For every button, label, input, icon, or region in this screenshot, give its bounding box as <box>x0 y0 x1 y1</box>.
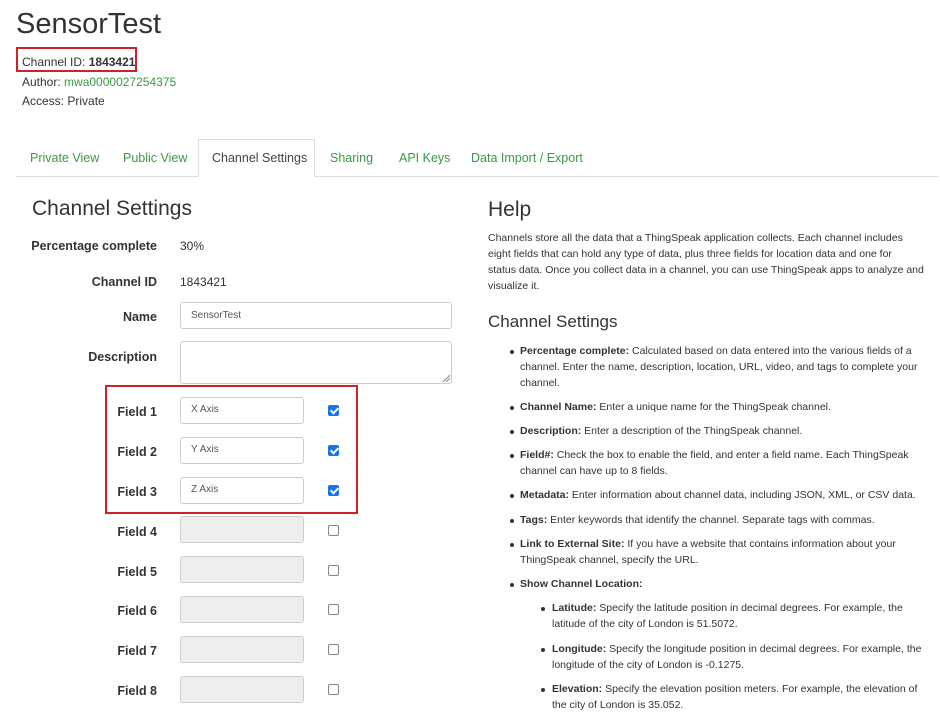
channel-id-line: Channel ID: 1843421 <box>22 55 135 69</box>
bullet-icon <box>541 648 545 652</box>
help-item-percentage: Percentage complete: Calculated based on… <box>520 345 912 357</box>
field-3-input[interactable]: Z Axis <box>180 477 304 504</box>
help-subitem-latitude-l2: latitude of the city of London is 51.507… <box>552 618 738 630</box>
field-5-input[interactable] <box>180 556 304 583</box>
bullet-icon <box>510 519 514 523</box>
author-link[interactable]: mwa0000027254375 <box>64 75 176 89</box>
field-6-label: Field 6 <box>117 604 157 618</box>
field-3-label: Field 3 <box>117 485 157 499</box>
settings-heading: Channel Settings <box>32 197 192 220</box>
author-label: Author: <box>22 75 61 89</box>
help-item-percentage-l3: channel. <box>520 377 560 389</box>
help-subitem-elevation: Elevation: Specify the elevation positio… <box>552 683 918 695</box>
name-input[interactable]: SensorTest <box>180 302 452 329</box>
field-4-input[interactable] <box>180 516 304 543</box>
bullet-icon <box>541 688 545 692</box>
bullet-icon <box>510 454 514 458</box>
channel-id-value: 1843421 <box>88 55 136 69</box>
access-line: Access: Private <box>22 94 105 108</box>
access-label: Access: <box>22 94 65 108</box>
field-4-checkbox[interactable] <box>328 525 339 536</box>
bullet-icon <box>510 494 514 498</box>
help-item-link-l2: ThingSpeak channel, specify the URL. <box>520 554 699 566</box>
tab-public-view[interactable]: Public View <box>110 140 200 176</box>
help-item-metadata: Metadata: Enter information about channe… <box>520 489 916 501</box>
tab-private-view[interactable]: Private View <box>17 140 112 176</box>
field-7-input[interactable] <box>180 636 304 663</box>
help-item-percentage-l2: channel. Enter the name, description, lo… <box>520 361 918 373</box>
tab-api-keys[interactable]: API Keys <box>386 140 463 176</box>
description-label: Description <box>88 350 157 364</box>
tab-sharing[interactable]: Sharing <box>317 140 386 176</box>
percentage-value: 30% <box>180 239 205 253</box>
field-1-label: Field 1 <box>117 405 157 419</box>
page-title: SensorTest <box>16 8 162 40</box>
help-item-link: Link to External Site: If you have a web… <box>520 538 896 550</box>
field-6-input[interactable] <box>180 596 304 623</box>
help-intro-1: Channels store all the data that a Thing… <box>488 232 903 244</box>
access-value: Private <box>67 94 105 108</box>
help-intro-2: eight fields that can hold any type of d… <box>488 248 892 260</box>
field-5-label: Field 5 <box>117 565 157 579</box>
help-intro-3: status data. Once you collect data in a … <box>488 264 924 276</box>
help-item-field: Field#: Check the box to enable the fiel… <box>520 449 909 461</box>
help-subitem-elevation-l2: the city of London is 35.052. <box>552 699 684 711</box>
help-item-description: Description: Enter a description of the … <box>520 425 803 437</box>
name-label: Name <box>122 310 157 324</box>
resize-handle-icon[interactable] <box>442 374 450 382</box>
help-subitem-longitude: Longitude: Specify the longitude positio… <box>552 643 922 655</box>
field-8-checkbox[interactable] <box>328 684 339 695</box>
field-5-checkbox[interactable] <box>328 565 339 576</box>
bullet-icon <box>510 350 514 354</box>
field-2-checkbox[interactable] <box>328 445 339 456</box>
bullet-icon <box>510 543 514 547</box>
percentage-label: Percentage complete <box>31 239 157 253</box>
tab-channel-settings[interactable]: Channel Settings <box>198 139 315 177</box>
tabs-divider <box>16 176 938 177</box>
author-line: Author: mwa0000027254375 <box>22 75 176 89</box>
help-item-location: Show Channel Location: <box>520 578 643 590</box>
field-1-input[interactable]: X Axis <box>180 397 304 424</box>
field-2-input[interactable]: Y Axis <box>180 437 304 464</box>
description-textarea[interactable] <box>180 341 452 384</box>
help-subitem-longitude-l2: longitude of the city of London is -0.12… <box>552 659 745 671</box>
help-item-channel-name: Channel Name: Enter a unique name for th… <box>520 401 831 413</box>
bullet-icon <box>510 583 514 587</box>
help-item-field-l2: channel can have up to 8 fields. <box>520 465 668 477</box>
bullet-icon <box>510 406 514 410</box>
field-8-input[interactable] <box>180 676 304 703</box>
tab-data-import-export[interactable]: Data Import / Export <box>458 140 596 176</box>
bullet-icon <box>510 430 514 434</box>
channel-id-field-label: Channel ID <box>91 275 157 289</box>
help-subitem-latitude: Latitude: Specify the latitude position … <box>552 602 903 614</box>
help-heading: Help <box>488 198 532 221</box>
help-subheading: Channel Settings <box>488 312 618 331</box>
bullet-icon <box>541 607 545 611</box>
channel-id-field-value: 1843421 <box>180 275 227 289</box>
help-item-tags: Tags: Enter keywords that identify the c… <box>520 514 875 526</box>
field-7-checkbox[interactable] <box>328 644 339 655</box>
channel-id-label: Channel ID: <box>22 55 86 69</box>
field-7-label: Field 7 <box>117 644 157 658</box>
field-8-label: Field 8 <box>117 684 157 698</box>
field-2-label: Field 2 <box>117 445 157 459</box>
field-6-checkbox[interactable] <box>328 604 339 615</box>
field-3-checkbox[interactable] <box>328 485 339 496</box>
field-4-label: Field 4 <box>117 525 157 539</box>
help-intro-4: visualize it. <box>488 280 540 292</box>
field-1-checkbox[interactable] <box>328 405 339 416</box>
